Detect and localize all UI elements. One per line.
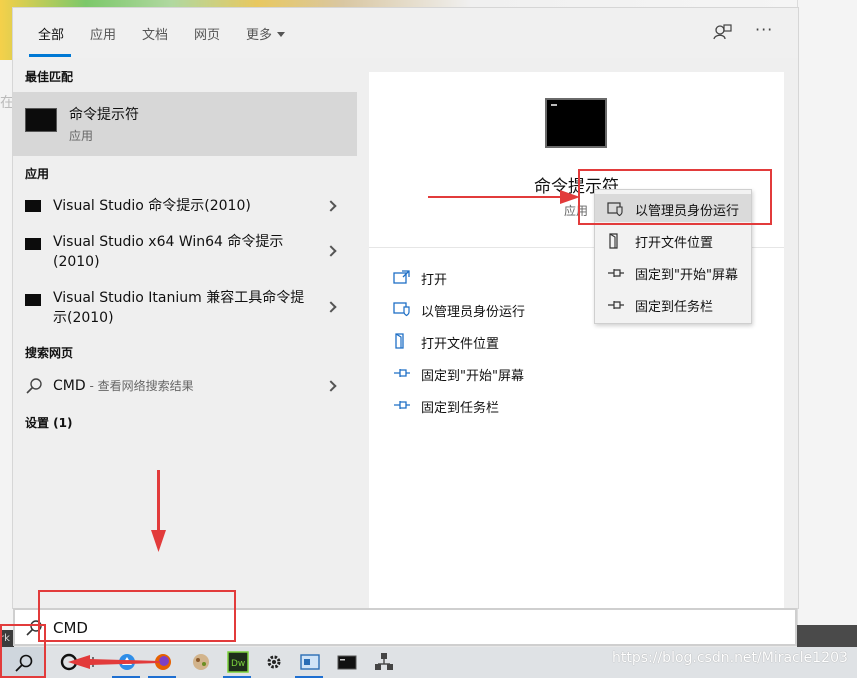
annotation-arrows xyxy=(68,190,580,669)
annotation-arrow-down xyxy=(151,470,166,552)
annotation-arrow-left xyxy=(68,655,160,669)
annotation-arrow-right xyxy=(428,190,580,204)
